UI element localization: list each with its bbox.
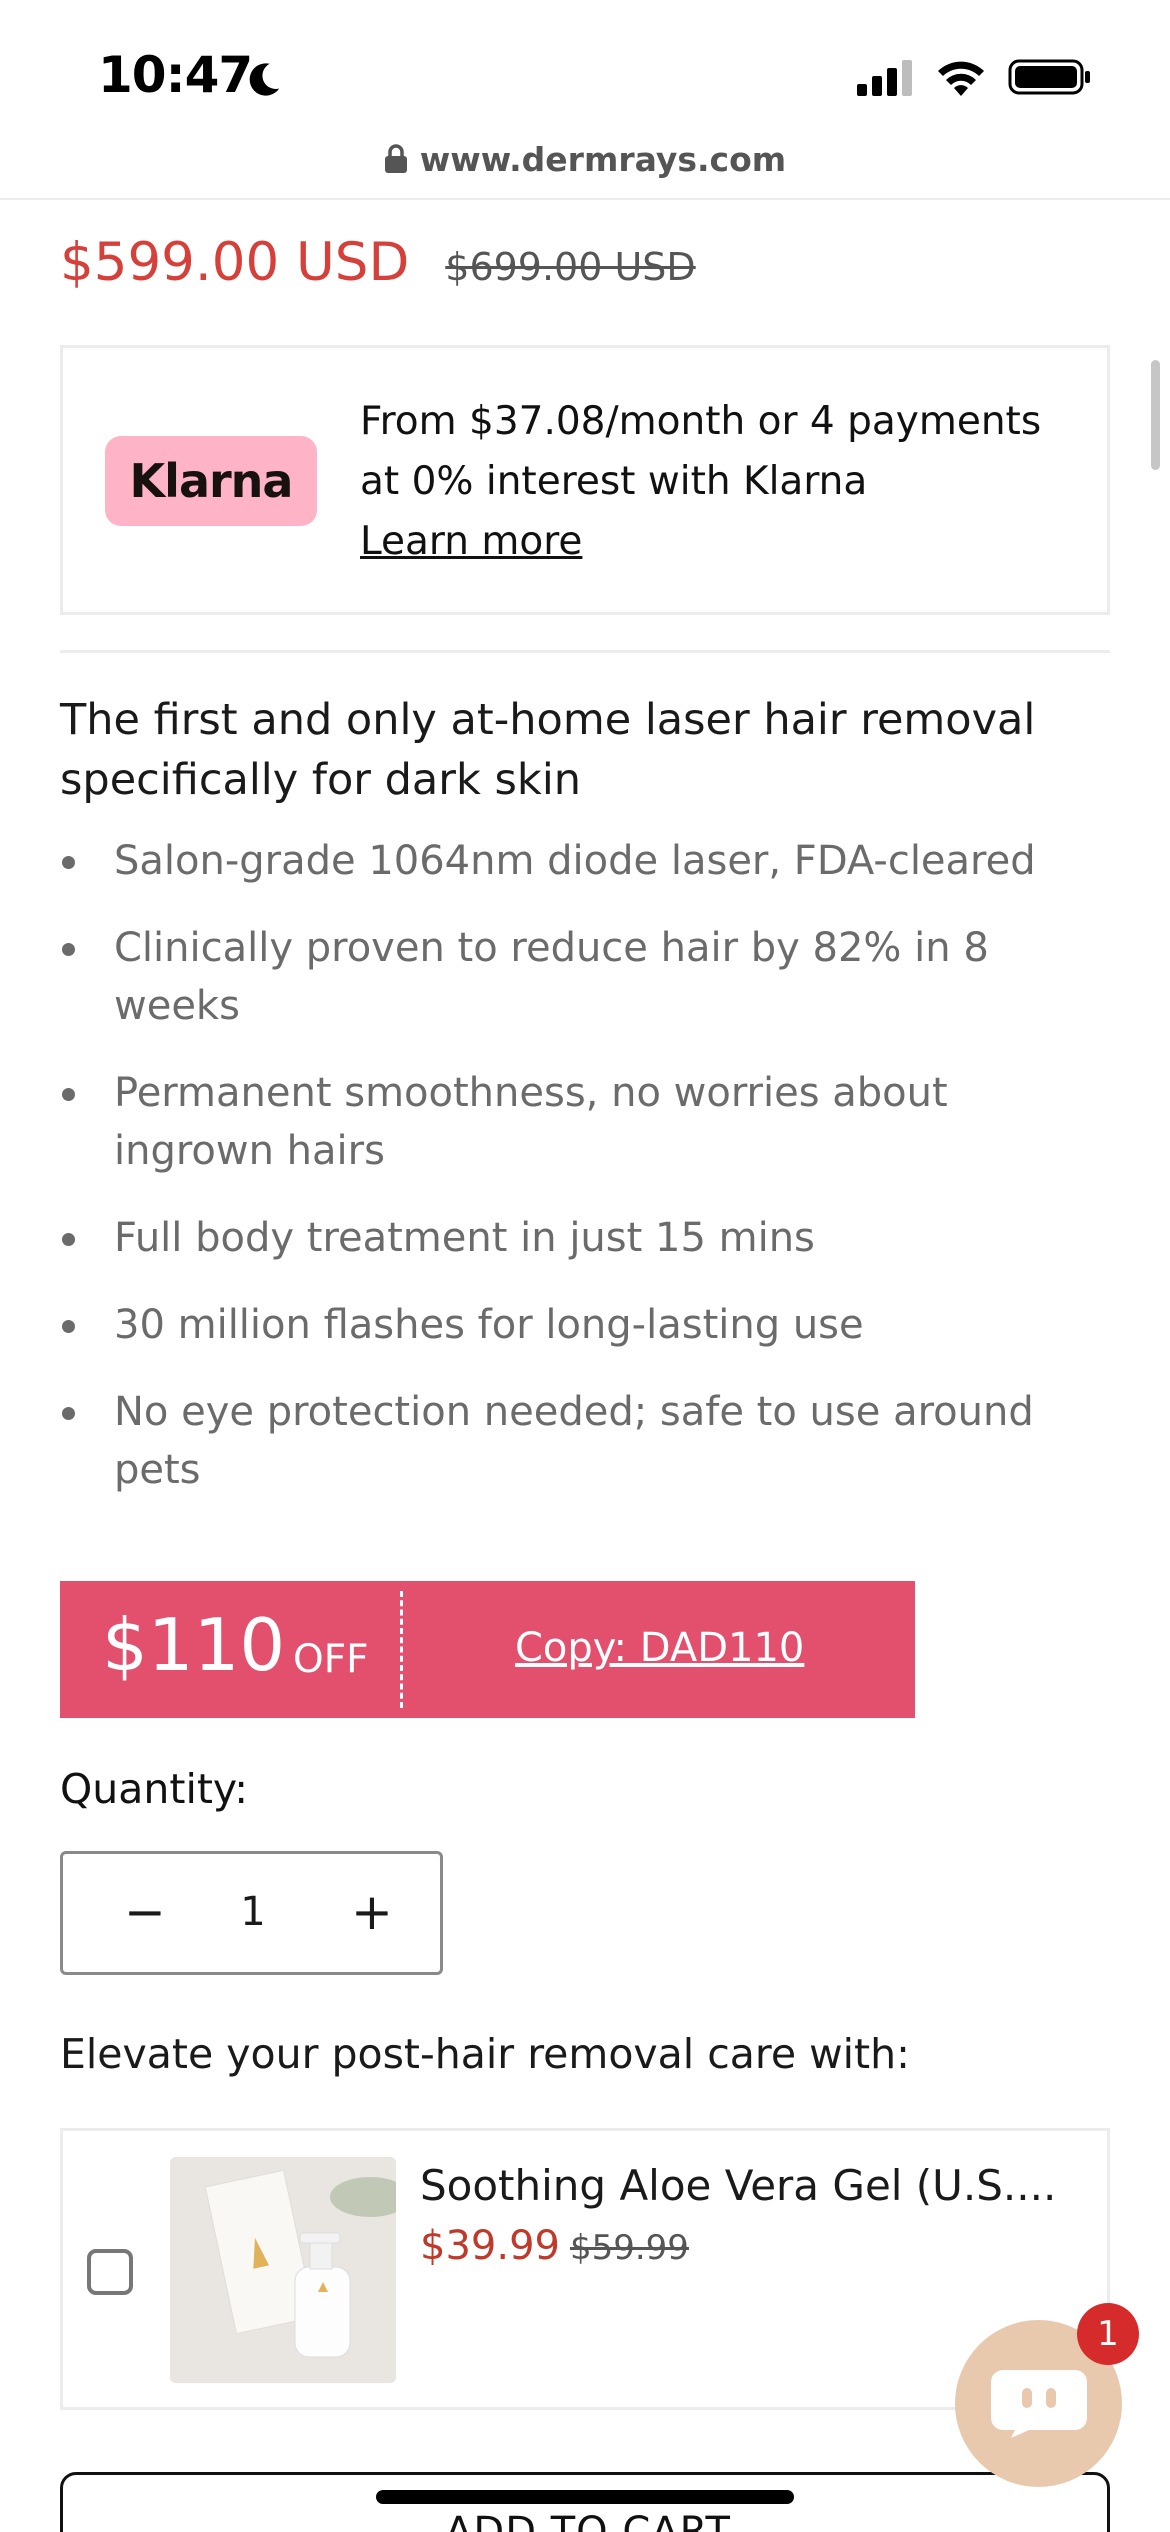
add-to-cart-label: ADD TO CART — [445, 2509, 731, 2532]
klarna-logo: Klarna — [105, 436, 317, 526]
cellular-signal-icon — [857, 60, 912, 96]
wifi-icon — [938, 61, 984, 96]
copy-coupon-button[interactable]: Copy: DAD110 — [515, 1625, 804, 1671]
status-bar: 10:47 — [0, 0, 1170, 140]
klarna-learn-more-link[interactable]: Learn more — [360, 519, 582, 564]
klarna-message: From $37.08/month or 4 payments at 0% in… — [360, 392, 1041, 572]
coupon-off-label: OFF — [293, 1637, 369, 1682]
battery-icon — [1008, 59, 1090, 95]
lock-icon — [384, 144, 407, 173]
upsell-item: Soothing Aloe Vera Gel (U.S.... $39.99 $5… — [60, 2128, 1110, 2410]
aloe-gel-product-image — [170, 2157, 396, 2383]
upsell-compare-price: $59.99 — [569, 2228, 689, 2268]
moon-icon — [249, 63, 280, 96]
sale-price: $599.00 USD — [60, 232, 410, 293]
upsell-heading: Elevate your post-hair removal care with… — [60, 2030, 910, 2078]
divider — [60, 650, 1110, 653]
browser-url-bar[interactable]: www.dermrays.com — [0, 140, 1170, 200]
feature-item: Clinically proven to reduce hair by 82% … — [60, 919, 1120, 1035]
quantity-increase-button[interactable]: + — [342, 1882, 402, 1942]
feature-item: Full body treatment in just 15 mins — [60, 1209, 1120, 1267]
quantity-value[interactable]: 1 — [213, 1882, 293, 1942]
coupon-divider — [400, 1591, 403, 1708]
coupon-amount: $110 — [102, 1603, 286, 1687]
price-row: $599.00 USD $699.00 USD — [60, 232, 696, 293]
klarna-line-1: From $37.08/month or 4 payments — [360, 399, 1042, 444]
feature-item: Salon-grade 1064nm diode laser, FDA-clea… — [60, 832, 1120, 890]
home-indicator[interactable] — [376, 2490, 794, 2504]
chat-notification-badge: 1 — [1077, 2303, 1139, 2365]
page-scrollbar[interactable] — [1151, 360, 1160, 470]
quantity-label: Quantity: — [60, 1765, 249, 1813]
feature-item: Permanent smoothness, no worries about i… — [60, 1064, 1120, 1180]
url-container: www.dermrays.com — [0, 140, 1170, 179]
chat-icon — [991, 2370, 1087, 2438]
product-headline: The first and only at-home laser hair re… — [60, 695, 1036, 805]
compare-price: $699.00 USD — [445, 245, 696, 289]
feature-item: No eye protection needed; safe to use ar… — [60, 1383, 1120, 1499]
url-text: www.dermrays.com — [419, 140, 787, 179]
upsell-price: $39.99 — [420, 2223, 560, 2269]
quantity-decrease-button[interactable]: − — [115, 1882, 175, 1942]
upsell-prices: $39.99 $59.99 — [420, 2223, 689, 2269]
feature-list: Salon-grade 1064nm diode laser, FDA-clea… — [60, 832, 1120, 1528]
quantity-stepper: − 1 + — [60, 1851, 443, 1975]
klarna-line-2: at 0% interest with Klarna — [360, 459, 868, 504]
aloe-gel-image-art — [170, 2157, 396, 2383]
upsell-checkbox[interactable] — [87, 2249, 133, 2295]
upsell-title[interactable]: Soothing Aloe Vera Gel (U.S.... — [420, 2161, 1060, 2210]
status-time: 10:47 — [98, 46, 253, 104]
klarna-banner: Klarna From $37.08/month or 4 payments a… — [60, 345, 1110, 615]
feature-item: 30 million flashes for long-lasting use — [60, 1296, 1120, 1354]
coupon-banner: $110 OFF Copy: DAD110 — [60, 1581, 915, 1718]
